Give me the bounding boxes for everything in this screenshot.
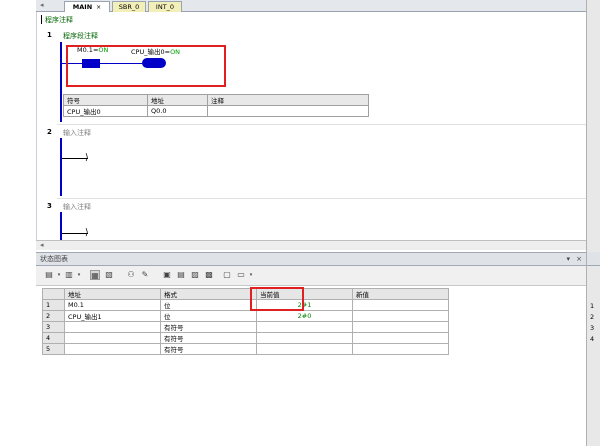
network-divider	[57, 198, 587, 199]
new-value-cell[interactable]	[352, 299, 449, 311]
tab-sbr0-label: SBR_0	[118, 3, 140, 11]
left-gutter	[0, 0, 36, 446]
format-cell[interactable]: 有符号	[160, 332, 257, 344]
address-cell[interactable]: CPU_输出1	[64, 310, 161, 322]
scroll-left-icon[interactable]: ◂	[40, 241, 44, 249]
row-number: 1	[42, 299, 65, 311]
force-icon[interactable]: ▤	[176, 270, 186, 280]
network-3-power-rail	[60, 212, 62, 240]
tab-int0[interactable]: INT_0	[148, 1, 182, 12]
table-row: 1 M0.1 位 2#1	[42, 299, 449, 311]
format-cell[interactable]: 有符号	[160, 343, 257, 355]
highlight-rung-box	[66, 45, 226, 87]
close-icon[interactable]: ×	[96, 4, 101, 11]
panel-row-number: 3	[590, 324, 595, 332]
arrow-right-icon: ⟩	[85, 228, 89, 238]
format-cell[interactable]: 位	[160, 310, 257, 322]
symtable-cell: CPU_输出0	[63, 105, 148, 117]
highlight-current-value-box	[250, 287, 304, 311]
unforce-icon[interactable]: ▨	[190, 270, 200, 280]
symbol-table: 符号 地址 注释 CPU_输出0 Q0.0	[63, 94, 369, 117]
tab-main[interactable]: MAIN ×	[64, 1, 110, 12]
status-chart-grid-area: 地址 格式 当前值 新值 1 M0.1 位 2#1 2 CPU_输出1 位 2#…	[36, 286, 586, 446]
new-value-cell[interactable]	[352, 321, 449, 333]
new-value-cell[interactable]	[352, 332, 449, 344]
tab-sbr0[interactable]: SBR_0	[112, 1, 146, 12]
panel-header	[587, 252, 600, 266]
right-side-panel: 1 2 3 4	[586, 0, 600, 446]
status-chart-title-bar: 状态图表 ▾ ×	[36, 252, 586, 266]
row-number: 2	[42, 310, 65, 322]
program-comment-marker	[41, 15, 42, 24]
network-2-number: 2	[47, 128, 52, 136]
network-1-number: 1	[47, 31, 52, 39]
format-cell[interactable]: 有符号	[160, 321, 257, 333]
row-number: 3	[42, 321, 65, 333]
tab-main-label: MAIN	[72, 3, 93, 11]
table-row: 2 CPU_输出1 位 2#0	[42, 310, 449, 322]
table-row: 5 有符号	[42, 343, 449, 355]
scroll-left-icon[interactable]: ◂	[40, 1, 44, 9]
close-icon[interactable]: ×	[576, 253, 582, 265]
symtable-header-comment: 注释	[207, 94, 369, 106]
symtable-header-symbol: 符号	[63, 94, 148, 106]
status-chart-title: 状态图表	[40, 255, 68, 263]
network-3-title[interactable]: 输入注释	[63, 202, 91, 212]
pencil-icon[interactable]: ✎	[140, 270, 150, 280]
write-icon[interactable]: ▣	[162, 270, 172, 280]
insert-icon[interactable]: ▥	[64, 270, 74, 280]
address-cell[interactable]	[64, 321, 161, 333]
row-number: 4	[42, 332, 65, 344]
network-2-title[interactable]: 输入注释	[63, 128, 91, 138]
tab-strip: ◂ MAIN × SBR_0 INT_0	[36, 0, 586, 12]
table-header-row: 地址 格式 当前值 新值	[42, 288, 449, 300]
status-chart-toolbar: ▤ ▾ ▥ ▾ ▦ ▧ ⚇ ✎ ▣ ▤ ▨ ▩ ▢ ▭ ▾	[36, 266, 586, 286]
read-all-icon[interactable]: ▩	[204, 270, 214, 280]
row-number: 5	[42, 343, 65, 355]
network-1-power-rail	[60, 42, 62, 122]
new-value-cell[interactable]	[352, 310, 449, 322]
panel-row-number: 1	[590, 302, 595, 310]
tab-int0-label: INT_0	[155, 3, 175, 11]
symtable-header-address: 地址	[147, 94, 208, 106]
table-row: 4 有符号	[42, 332, 449, 344]
ladder-editor[interactable]: 程序注释 1 程序段注释 M0.1=ON CPU_输出0=ON 符号 地址 注释…	[36, 12, 587, 240]
arrow-right-icon: ⟩	[85, 153, 89, 163]
row-number-header	[42, 288, 65, 300]
network-divider	[57, 124, 587, 125]
symtable-cell	[207, 105, 369, 117]
trend-view-icon[interactable]: ▧	[104, 270, 114, 280]
symtable-cell: Q0.0	[147, 105, 208, 117]
format-cell[interactable]: 位	[160, 299, 257, 311]
panel-row-number: 2	[590, 313, 595, 321]
program-comment[interactable]: 程序注释	[45, 15, 73, 25]
add-row-icon[interactable]: ▤	[44, 270, 54, 280]
address-cell[interactable]	[64, 332, 161, 344]
current-value-cell	[256, 321, 353, 333]
network-1-title[interactable]: 程序段注释	[63, 31, 98, 41]
clipboard-icon[interactable]: ▢	[222, 270, 232, 280]
chart-status-icon[interactable]: ▦	[90, 270, 100, 280]
dropdown-icon[interactable]: ▾	[74, 270, 84, 280]
col-header-new[interactable]: 新值	[352, 288, 449, 300]
table-row: 3 有符号	[42, 321, 449, 333]
dropdown-icon[interactable]: ▾	[54, 270, 64, 280]
address-cell[interactable]	[64, 343, 161, 355]
glasses-icon[interactable]: ⚇	[126, 270, 136, 280]
network-2-power-rail	[60, 138, 62, 196]
col-header-format[interactable]: 格式	[160, 288, 257, 300]
panel-row-number: 4	[590, 335, 595, 343]
new-value-cell[interactable]	[352, 343, 449, 355]
address-cell[interactable]: M0.1	[64, 299, 161, 311]
current-value-cell	[256, 343, 353, 355]
status-chart-table: 地址 格式 当前值 新值 1 M0.1 位 2#1 2 CPU_输出1 位 2#…	[42, 288, 449, 355]
pin-icon[interactable]: ▾	[566, 253, 570, 265]
current-value-cell	[256, 332, 353, 344]
dropdown-icon[interactable]: ▾	[246, 270, 256, 280]
view-icon[interactable]: ▭	[236, 270, 246, 280]
current-value-cell: 2#0	[256, 310, 353, 322]
editor-horizontal-scrollbar[interactable]: ◂	[36, 240, 586, 250]
col-header-address[interactable]: 地址	[64, 288, 161, 300]
network-3-number: 3	[47, 202, 52, 210]
